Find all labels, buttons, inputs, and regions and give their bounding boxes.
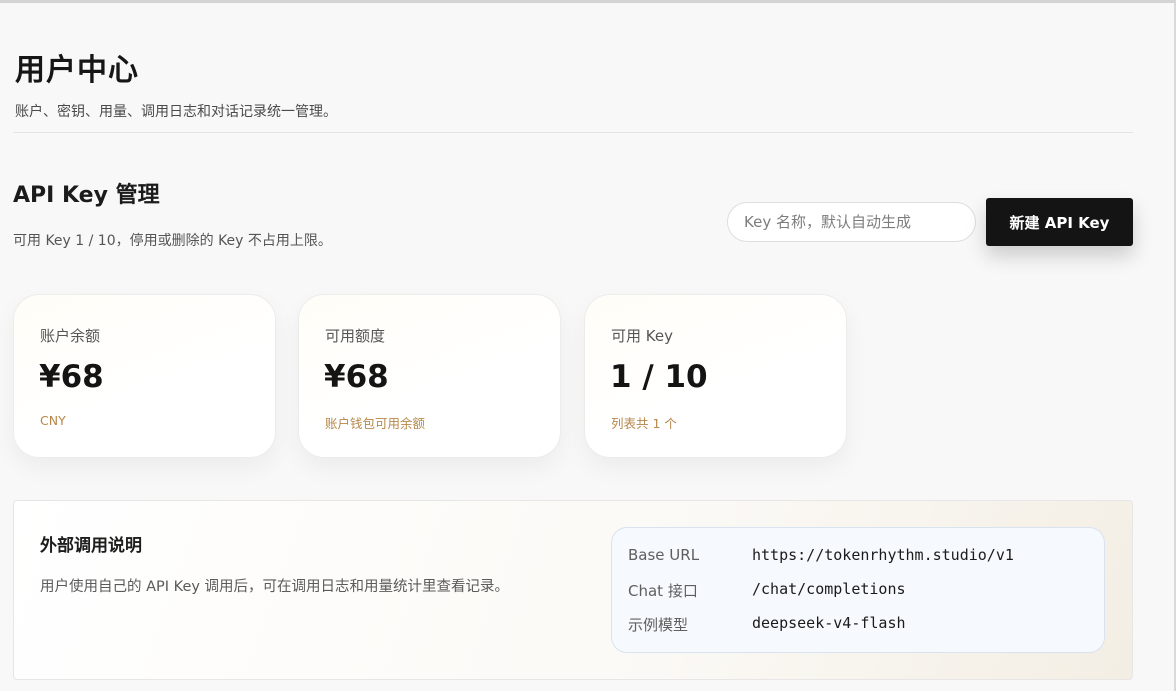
endpoint-value: /chat/completions bbox=[752, 580, 906, 598]
external-usage-title: 外部调用说明 bbox=[40, 536, 142, 556]
endpoint-value: deepseek-v4-flash bbox=[752, 614, 906, 632]
stat-label: 账户余额 bbox=[40, 327, 101, 345]
stat-card-balance: 账户余额 ¥68 CNY bbox=[13, 294, 276, 458]
header-divider bbox=[13, 132, 1133, 133]
page-title: 用户中心 bbox=[15, 53, 139, 88]
api-key-section-title: API Key 管理 bbox=[13, 183, 160, 208]
external-usage-panel: 外部调用说明 用户使用自己的 API Key 调用后，可在调用日志和用量统计里查… bbox=[13, 500, 1133, 680]
external-usage-description: 用户使用自己的 API Key 调用后，可在调用日志和用量统计里查看记录。 bbox=[40, 579, 510, 595]
user-center-page: 用户中心 账户、密钥、用量、调用日志和对话记录统一管理。 API Key 管理 … bbox=[0, 0, 1176, 691]
stat-card-available-keys: 可用 Key 1 / 10 列表共 1 个 bbox=[584, 294, 847, 458]
api-key-section-description: 可用 Key 1 / 10，停用或删除的 Key 不占用上限。 bbox=[13, 233, 332, 249]
key-name-input[interactable] bbox=[727, 202, 976, 242]
stat-note: 账户钱包可用余额 bbox=[325, 416, 426, 431]
create-api-key-button[interactable]: 新建 API Key bbox=[986, 198, 1133, 246]
endpoint-key: Base URL bbox=[628, 546, 700, 564]
stat-note: 列表共 1 个 bbox=[611, 416, 677, 431]
endpoint-row-base-url: Base URL https://tokenrhythm.studio/v1 bbox=[628, 544, 1098, 568]
stat-value: ¥68 bbox=[39, 359, 104, 395]
stat-value: ¥68 bbox=[324, 359, 389, 395]
stat-label: 可用 Key bbox=[611, 327, 673, 345]
stat-card-available-quota: 可用额度 ¥68 账户钱包可用余额 bbox=[298, 294, 561, 458]
endpoint-key: 示例模型 bbox=[628, 616, 689, 634]
endpoint-info-box: Base URL https://tokenrhythm.studio/v1 C… bbox=[611, 527, 1105, 653]
stat-label: 可用额度 bbox=[325, 327, 386, 345]
stat-value: 1 / 10 bbox=[610, 359, 708, 395]
endpoint-row-chat: Chat 接口 /chat/completions bbox=[628, 578, 1098, 602]
endpoint-key: Chat 接口 bbox=[628, 582, 698, 600]
endpoint-value: https://tokenrhythm.studio/v1 bbox=[752, 546, 1014, 564]
stat-note: CNY bbox=[40, 413, 66, 428]
endpoint-row-model: 示例模型 deepseek-v4-flash bbox=[628, 612, 1098, 636]
page-subtitle: 账户、密钥、用量、调用日志和对话记录统一管理。 bbox=[15, 104, 337, 120]
